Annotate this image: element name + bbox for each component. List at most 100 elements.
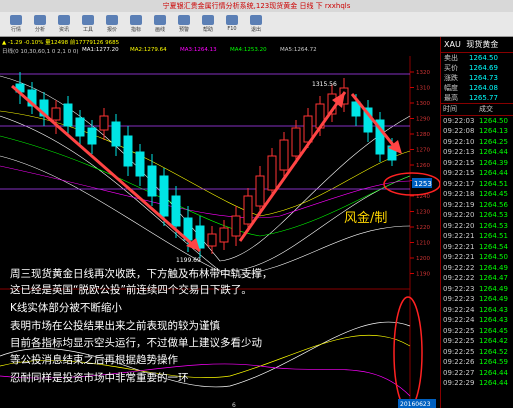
commentary-line-3: K线实体部分被不断缩小: [10, 302, 122, 314]
tick-price: 1264.47: [479, 274, 508, 282]
ma2-value: MA2:1279.64: [130, 47, 167, 53]
tick-time: 09:22:23: [443, 295, 475, 303]
quote-panel: XAU 现货黄金 卖出 1264.50 买价 1264.69 涨跌 1264.73 幅度 12…: [440, 37, 513, 408]
tick-time: 09:22:24: [443, 316, 475, 324]
toolbar-icon: [178, 15, 190, 25]
tick-time: 09:22:29: [443, 379, 475, 387]
quote-row: 涨跌 1264.73: [441, 73, 513, 83]
tick-price: 1264.54: [479, 242, 508, 251]
toolbar-icon: [10, 15, 22, 25]
y-tick-label: 1280: [416, 132, 430, 138]
tick-price: 1264.13: [479, 127, 508, 135]
commentary-line-5: 目前各指标均显示空头运行，不过做单上建议多看少动: [10, 337, 262, 349]
tick-time: 09:22:10: [443, 137, 475, 146]
toolbar-button-2[interactable]: 资讯: [54, 14, 74, 34]
toolbar-button-label: 报价: [106, 27, 117, 33]
ma1-value: MA1:1277.20: [82, 47, 119, 53]
tick-row: 09:22:22 1264.47: [441, 273, 513, 284]
toolbar-button-label: 帮助: [202, 27, 213, 33]
ma5-value: MA5:1264.72: [280, 47, 317, 53]
toolbar-button-label: 预警: [178, 27, 189, 33]
tick-price: 1264.43: [479, 305, 508, 314]
tick-row: 09:22:20 1264.53: [441, 210, 513, 221]
symbol-code: XAU: [444, 40, 461, 49]
toolbar-button-label: 指标: [130, 27, 141, 33]
toolbar-button-8[interactable]: 帮助: [198, 14, 218, 34]
tick-row: 09:22:17 1264.51: [441, 179, 513, 190]
tick-time: 09:22:25: [443, 337, 475, 345]
tick-row: 09:22:26 1264.59: [441, 357, 513, 368]
toolbar-icon: [34, 15, 46, 25]
toolbar-button-10[interactable]: 退出: [246, 14, 266, 34]
tick-row: 09:22:29 1264.44: [441, 378, 513, 389]
tick-price: 1264.56: [479, 200, 508, 209]
tick-time: 09:22:25: [443, 326, 475, 335]
commentary-line-4: 表明市场在公投结果出来之前表现的较为谨慎: [10, 320, 220, 332]
tick-price: 1264.39: [479, 158, 508, 167]
quote-key: 最高: [444, 94, 458, 102]
toolbar-button-label: 行情: [10, 27, 21, 33]
y-tick-label: 1190: [416, 272, 430, 278]
tick-price: 1264.45: [479, 326, 508, 335]
tick-price: 1264.52: [479, 347, 508, 356]
tick-time: 09:22:17: [443, 179, 475, 188]
ma4-value: MA4:1253.20: [230, 47, 267, 53]
toolbar-button-label: 画线: [154, 27, 165, 33]
y-tick-label: 1230: [416, 210, 430, 216]
tick-price: 1264.50: [479, 116, 508, 125]
indicator-info-bar: ▲ -1.29 -0.10% 量12498 前17779126 9685 日线(…: [0, 37, 440, 55]
ma3-value: MA3:1264.13: [180, 47, 217, 53]
tick-price: 1264.44: [479, 379, 508, 387]
toolbar-icon: [250, 15, 262, 25]
tick-price: 1264.49: [479, 263, 508, 272]
tick-row: 09:22:25 1264.42: [441, 336, 513, 347]
ticks-header-time: 时间: [443, 105, 457, 113]
quote-value: 1264.73: [469, 74, 498, 82]
toolbar-icon: [226, 15, 238, 25]
tick-row: 09:22:08 1264.13: [441, 126, 513, 137]
tick-row: 09:22:15 1264.44: [441, 168, 513, 179]
tick-time: 09:22:27: [443, 368, 475, 377]
quote-header: XAU 现货黄金: [441, 37, 513, 53]
toolbar-button-label: 退出: [250, 27, 261, 33]
quote-value: 1265.77: [469, 94, 498, 102]
toolbar-button-4[interactable]: 报价: [102, 14, 122, 34]
toolbar-button-9[interactable]: F10: [222, 14, 242, 34]
y-tick-label: 1310: [416, 86, 430, 92]
quote-key: 买价: [444, 64, 458, 72]
tick-time: 09:22:25: [443, 347, 475, 356]
y-tick-label: 1200: [416, 256, 430, 262]
quote-key: 幅度: [444, 84, 458, 92]
watermark: 风金/制: [344, 210, 387, 226]
toolbar-button-6[interactable]: 画线: [150, 14, 170, 34]
toolbar-icon: [130, 15, 142, 25]
tick-row: 09:22:24 1264.43: [441, 315, 513, 326]
toolbar-button-7[interactable]: 预警: [174, 14, 194, 34]
toolbar-icon: [82, 15, 94, 25]
tick-price: 1264.51: [479, 179, 508, 188]
tick-row: 09:22:15 1264.39: [441, 158, 513, 169]
quote-fields: 卖出 1264.50 买价 1264.69 涨跌 1264.73 幅度 1264.08 最高 12…: [441, 53, 513, 103]
toolbar-icon: [58, 15, 70, 25]
quote-key: 卖出: [444, 54, 458, 62]
tick-time: 09:22:22: [443, 274, 475, 282]
ma-params-text: 日线(0 10,30,60,1 0 2,1 0 0): [2, 49, 79, 55]
tick-price: 1264.42: [479, 337, 508, 345]
tick-time: 09:22:18: [443, 190, 475, 198]
date-label: 20160623: [400, 401, 431, 408]
tick-time: 09:22:13: [443, 148, 475, 156]
tick-price: 1264.50: [479, 253, 508, 261]
candle: [375, 112, 385, 162]
price-change-text: ▲ -1.29 -0.10% 量12498 前17779126 9685: [2, 40, 120, 46]
y-tick-label: 1320: [416, 70, 430, 76]
y-tick-label: 1290: [416, 117, 430, 123]
ticks-list[interactable]: 09:22:03 1264.50 09:22:08 1264.13 09:22:10 12…: [441, 116, 513, 389]
toolbar-button-5[interactable]: 指标: [126, 14, 146, 34]
tick-row: 09:22:21 1264.51: [441, 231, 513, 242]
y-tick-label: 1270: [416, 148, 430, 154]
toolbar-button-0[interactable]: 行情: [6, 14, 26, 34]
tick-price: 1264.49: [479, 284, 508, 293]
toolbar-button-1[interactable]: 分析: [30, 14, 50, 34]
tick-row: 09:22:10 1264.25: [441, 137, 513, 148]
toolbar-button-3[interactable]: 工具: [78, 14, 98, 34]
